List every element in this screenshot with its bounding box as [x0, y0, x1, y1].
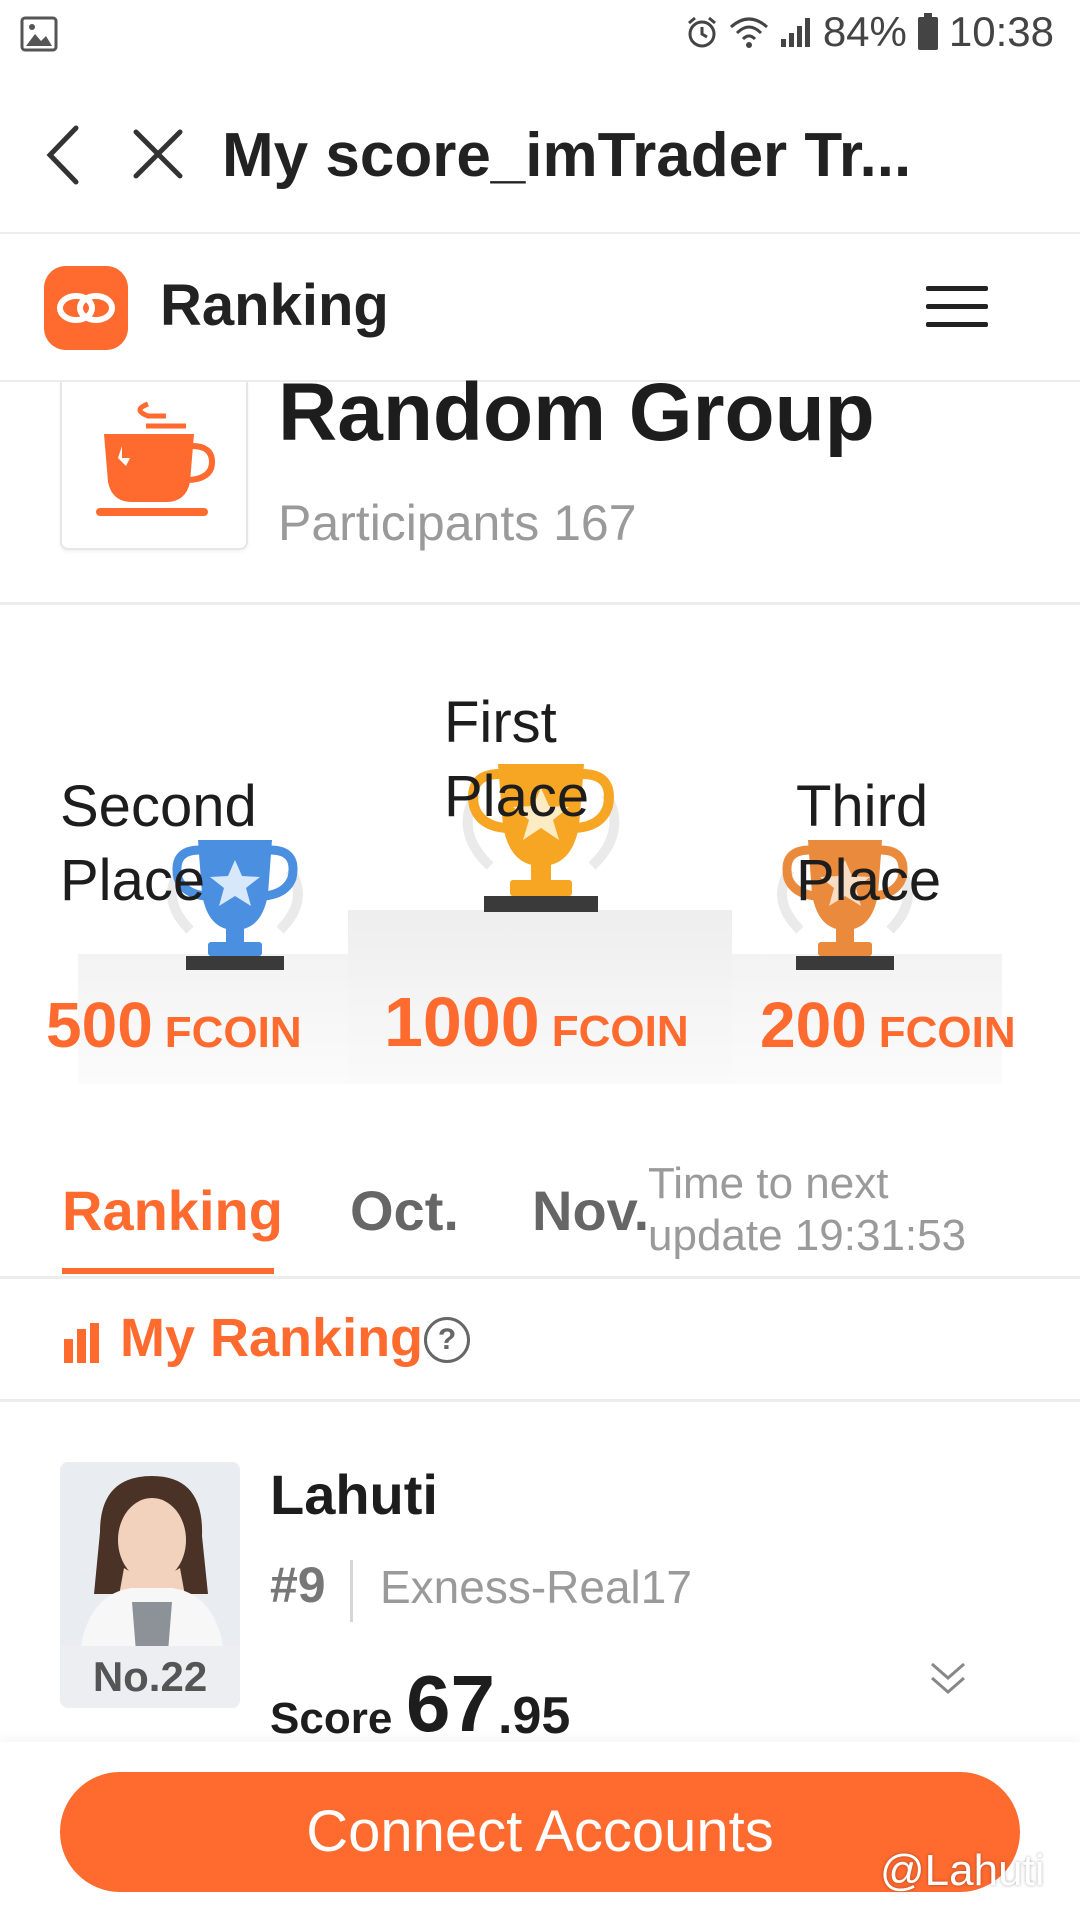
clock: 10:38	[948, 8, 1054, 55]
first-prize: 1000 FCOIN	[384, 983, 689, 1061]
podium: Second Place First Place Third Place 500…	[0, 604, 1080, 1124]
user-ranking-card[interactable]: No.22 Lahuti #9 Exness-Real17 Score 67 .…	[0, 1402, 1080, 1748]
score-decimal: .95	[498, 1687, 571, 1745]
title-bar: My score_imTrader Tr...	[0, 72, 1080, 234]
group-info: Random Group Participants 167	[0, 367, 1080, 605]
period-tabs: Ranking Oct. Nov. Time to next update 19…	[0, 1140, 1080, 1279]
page-title: My score_imTrader Tr...	[222, 121, 912, 190]
first-place-label: First Place	[444, 690, 590, 829]
score-integer: 67	[406, 1659, 495, 1748]
bar-chart-icon	[64, 1323, 99, 1363]
close-icon[interactable]	[128, 124, 188, 184]
watermark: @Lahuti	[880, 1846, 1045, 1895]
tab-ranking[interactable]: Ranking	[62, 1178, 283, 1243]
rank-badge: No.22	[60, 1646, 240, 1708]
bottom-bar: Connect Accounts @Lahuti	[0, 1742, 1080, 1920]
connect-accounts-button[interactable]: Connect Accounts	[60, 1772, 1020, 1892]
tab-oct[interactable]: Oct.	[350, 1178, 459, 1243]
score-label: Score	[270, 1694, 393, 1743]
avatar-photo	[60, 1462, 240, 1652]
my-ranking-header: My Ranking ?	[0, 1279, 1080, 1402]
wifi-icon	[729, 17, 768, 48]
app-name: Ranking	[160, 273, 389, 338]
app-header: Ranking	[0, 234, 1080, 382]
alarm-icon	[687, 16, 716, 48]
avatar: No.22	[60, 1462, 240, 1708]
chevron-down-icon[interactable]	[928, 1658, 968, 1698]
second-place-label: Second Place	[60, 774, 257, 913]
next-update-timer: Time to next update 19:31:53	[648, 1159, 967, 1260]
active-tab-indicator	[62, 1268, 274, 1274]
user-name: Lahuti	[270, 1463, 438, 1526]
participants-count: Participants 167	[278, 495, 637, 551]
user-account: Exness-Real17	[380, 1561, 692, 1613]
gallery-icon	[20, 16, 58, 52]
user-position: #9	[270, 1557, 326, 1613]
status-bar: 84% 10:38	[0, 0, 1080, 72]
third-prize: 200 FCOIN	[760, 989, 1016, 1061]
third-place-label: Third Place	[796, 774, 942, 913]
my-ranking-label: My Ranking	[120, 1308, 424, 1368]
tab-nov[interactable]: Nov.	[532, 1178, 649, 1243]
app-logo-icon	[44, 266, 128, 350]
divider	[350, 1560, 353, 1622]
battery-percent: 84%	[822, 8, 907, 55]
battery-icon	[917, 13, 938, 50]
signal-icon	[780, 18, 810, 47]
second-prize: 500 FCOIN	[46, 989, 302, 1061]
back-arrow-icon[interactable]	[36, 120, 92, 190]
help-icon[interactable]: ?	[424, 1317, 470, 1363]
group-name: Random Group	[278, 367, 875, 458]
menu-icon[interactable]	[926, 286, 988, 332]
coffee-cup-icon	[60, 382, 248, 550]
